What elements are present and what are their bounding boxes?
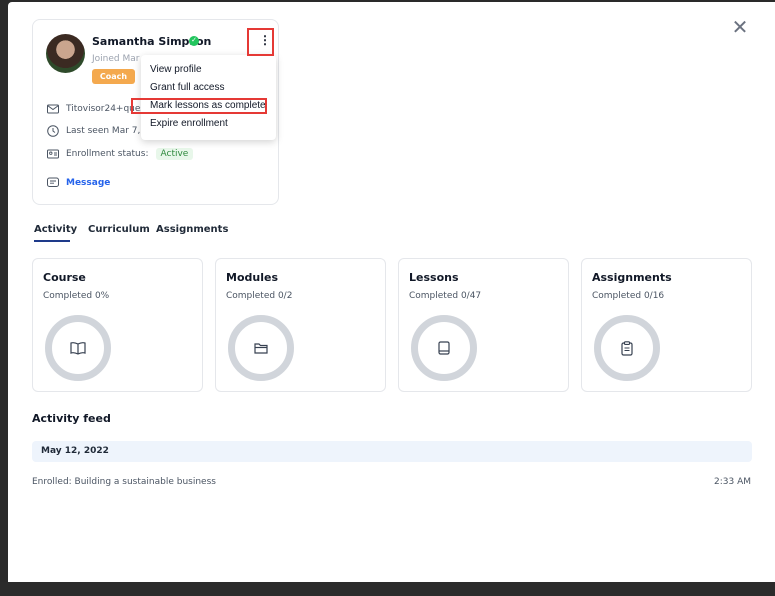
book-open-icon: [70, 342, 86, 355]
stat-title: Course: [43, 271, 86, 284]
stat-subtitle: Completed 0/16: [592, 291, 665, 301]
last-seen-row: Last seen Mar 7, 2: [47, 125, 149, 137]
stat-card-lessons: Lessons Completed 0/47: [398, 258, 569, 392]
email-row: Titovisor24+ques: [47, 103, 145, 115]
more-options-icon[interactable]: ⋮: [259, 33, 271, 49]
tab-activity[interactable]: Activity: [34, 224, 77, 235]
feed-date-header: May 12, 2022: [32, 441, 752, 462]
feed-date: May 12, 2022: [41, 446, 109, 456]
progress-ring: [411, 315, 477, 381]
verified-check-icon: ✓: [189, 36, 199, 46]
close-icon[interactable]: ✕: [730, 16, 750, 38]
bottom-bar: [0, 582, 775, 596]
progress-ring: [45, 315, 111, 381]
book-icon: [438, 341, 450, 355]
message-label: Message: [66, 178, 111, 188]
enrollment-row: Enrollment status: Active: [47, 148, 194, 160]
menu-item-mark-lessons-complete[interactable]: Mark lessons as complete: [150, 100, 266, 111]
stat-title: Assignments: [592, 271, 672, 284]
progress-ring: [228, 315, 294, 381]
last-seen-text: Last seen Mar 7, 2: [66, 126, 149, 136]
role-badge: Coach: [92, 69, 135, 84]
tab-assignments[interactable]: Assignments: [156, 224, 228, 235]
stat-title: Modules: [226, 271, 278, 284]
enrollment-panel: ✕ Samantha Simpson ✓ Joined Mar Coach ⋮ …: [8, 2, 775, 582]
stat-title: Lessons: [409, 271, 459, 284]
id-card-icon: [47, 149, 59, 159]
enrollment-label: Enrollment status:: [66, 149, 149, 159]
stat-subtitle: Completed 0/47: [409, 291, 482, 301]
options-dropdown: View profile Grant full access Mark less…: [141, 55, 276, 140]
email-text: Titovisor24+ques: [66, 104, 146, 114]
joined-date: Joined Mar: [92, 54, 140, 64]
stat-card-modules: Modules Completed 0/2: [215, 258, 386, 392]
active-tab-indicator: [34, 240, 70, 242]
menu-item-expire-enrollment[interactable]: Expire enrollment: [150, 118, 228, 129]
clipboard-icon: [621, 340, 633, 356]
feed-timestamp: 2:33 AM: [714, 477, 751, 487]
activity-feed-title: Activity feed: [32, 412, 111, 425]
folders-icon: [254, 343, 268, 354]
mail-icon: [47, 104, 59, 114]
feed-entry: Enrolled: Building a sustainable busines…: [32, 477, 216, 487]
progress-ring: [594, 315, 660, 381]
stat-subtitle: Completed 0%: [43, 291, 110, 301]
clock-icon: [47, 125, 59, 137]
stat-subtitle: Completed 0/2: [226, 291, 293, 301]
status-badge: Active: [155, 148, 194, 160]
menu-item-view-profile[interactable]: View profile: [150, 64, 202, 75]
stat-card-course: Course Completed 0%: [32, 258, 203, 392]
message-button[interactable]: Message: [47, 177, 110, 189]
stat-card-assignments: Assignments Completed 0/16: [581, 258, 752, 392]
message-icon: [47, 177, 59, 187]
menu-item-grant-full-access[interactable]: Grant full access: [150, 82, 224, 93]
tab-curriculum[interactable]: Curriculum: [88, 224, 150, 235]
avatar: [46, 34, 85, 73]
